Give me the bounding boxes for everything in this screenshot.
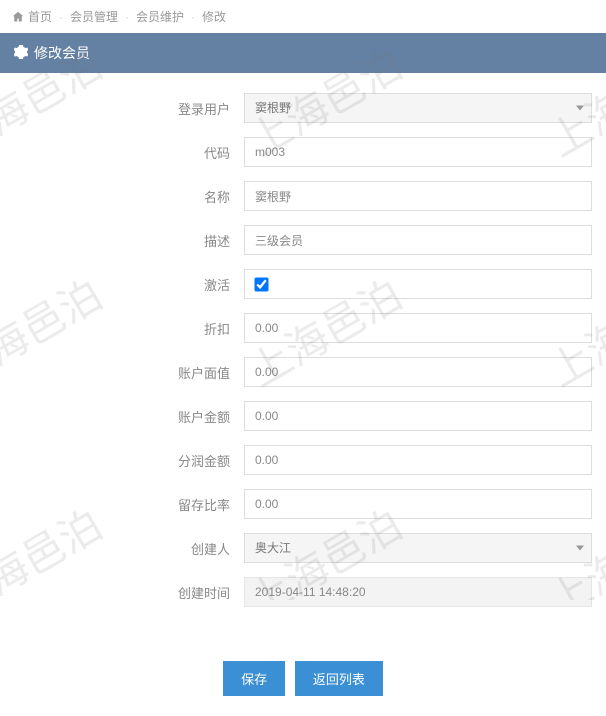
code-input[interactable] — [244, 137, 592, 167]
label-face-value: 账户面值 — [14, 363, 244, 382]
created-time-display: 2019-04-11 14:48:20 — [244, 577, 592, 607]
label-dividend-amount: 分润金额 — [14, 451, 244, 470]
breadcrumb-lvl2[interactable]: 会员维护 — [136, 8, 184, 25]
label-created-time: 创建时间 — [14, 583, 244, 602]
label-code: 代码 — [14, 143, 244, 162]
breadcrumb: 首页 · 会员管理 · 会员维护 · 修改 — [0, 0, 606, 33]
breadcrumb-current: 修改 — [202, 8, 226, 25]
active-checkbox[interactable] — [254, 277, 268, 291]
creator-select[interactable]: 奥大江 — [244, 533, 592, 563]
gear-icon — [14, 45, 28, 62]
panel-header: 修改会员 — [0, 33, 606, 73]
label-retention-ratio: 留存比率 — [14, 495, 244, 514]
label-description: 描述 — [14, 231, 244, 250]
name-input[interactable] — [244, 181, 592, 211]
breadcrumb-home[interactable]: 首页 — [28, 8, 52, 25]
form: 登录用户 窦根野 代码 名称 描述 激活 折扣 — [0, 73, 606, 631]
label-creator: 创建人 — [14, 539, 244, 558]
login-user-select[interactable]: 窦根野 — [244, 93, 592, 123]
save-button[interactable]: 保存 — [223, 661, 285, 696]
discount-input[interactable] — [244, 313, 592, 343]
label-name: 名称 — [14, 187, 244, 206]
home-icon — [12, 10, 24, 24]
label-account-amount: 账户金额 — [14, 407, 244, 426]
label-active: 激活 — [14, 275, 244, 294]
account-amount-input[interactable] — [244, 401, 592, 431]
retention-ratio-input[interactable] — [244, 489, 592, 519]
back-button[interactable]: 返回列表 — [295, 661, 383, 696]
panel-title: 修改会员 — [34, 43, 90, 63]
action-bar: 保存 返回列表 — [0, 631, 606, 716]
label-login-user: 登录用户 — [14, 99, 244, 118]
dividend-amount-input[interactable] — [244, 445, 592, 475]
label-discount: 折扣 — [14, 319, 244, 338]
face-value-input[interactable] — [244, 357, 592, 387]
description-input[interactable] — [244, 225, 592, 255]
breadcrumb-lvl1[interactable]: 会员管理 — [70, 8, 118, 25]
